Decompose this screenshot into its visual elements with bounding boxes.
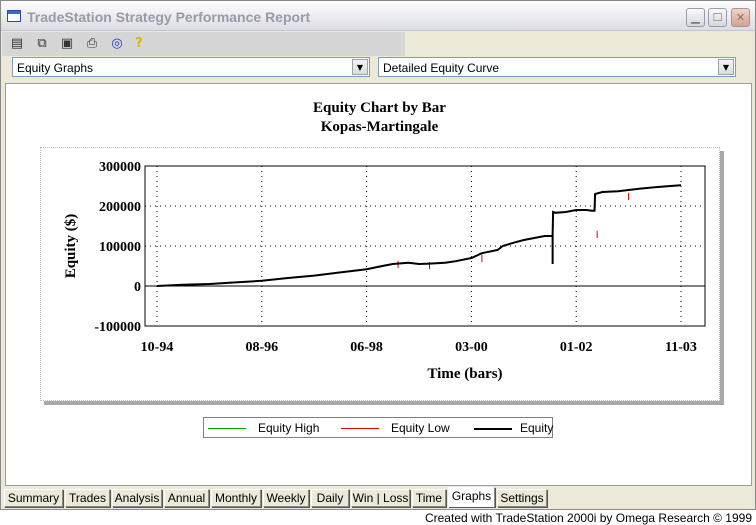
close-button[interactable]: ✕	[731, 8, 750, 27]
legend-swatch-equity-low	[341, 428, 379, 429]
footer: Created with TradeStation 2000i by Omega…	[0, 510, 756, 525]
chart-title: Equity Chart by Bar	[313, 100, 446, 116]
tab-monthly[interactable]: Monthly	[211, 489, 261, 507]
tab-win-loss[interactable]: Win | Loss	[351, 489, 410, 507]
title-bar[interactable]: TradeStation Strategy Performance Report…	[1, 1, 755, 31]
graph-type-select[interactable]: Detailed Equity Curve ▼	[378, 57, 736, 77]
tab-annual[interactable]: Annual	[164, 489, 209, 507]
tab-time[interactable]: Time	[412, 489, 446, 507]
chart-frame: -100000 0 100000 200000 300000 10-94 08-96 06-9…	[40, 147, 720, 401]
x-tick-label: 06-98	[350, 340, 383, 355]
x-tick-label: 01-02	[560, 340, 593, 355]
x-tick-label: 10-94	[141, 340, 174, 355]
window-icon	[7, 10, 21, 22]
x-tick-label: 03-00	[455, 340, 488, 355]
graph-panel: Equity Chart by Bar Kopas-Martingale -10…	[5, 83, 752, 486]
properties-icon[interactable]: ▤	[8, 35, 26, 53]
tab-analysis[interactable]: Analysis	[112, 489, 162, 507]
tab-summary[interactable]: Summary	[4, 489, 63, 507]
chevron-down-icon[interactable]: ▼	[718, 59, 734, 75]
tab-trades[interactable]: Trades	[65, 489, 110, 507]
minimize-button[interactable]: ▁	[686, 8, 705, 27]
graph-type-value: Detailed Equity Curve	[383, 61, 500, 75]
legend-swatch-equity-high	[208, 428, 246, 429]
graph-category-value: Equity Graphs	[17, 61, 94, 75]
legend-swatch-equity	[474, 428, 512, 430]
toolbar: ▤ ⧉ ▣ ⎙ ◎ ?	[2, 32, 405, 56]
tab-settings[interactable]: Settings	[497, 489, 547, 507]
window-title: TradeStation Strategy Performance Report	[27, 9, 311, 25]
help-icon[interactable]: ?	[130, 35, 148, 53]
chart-legend: Equity High Equity Low Equity	[203, 417, 553, 438]
chevron-down-icon[interactable]: ▼	[352, 59, 368, 75]
report-window: TradeStation Strategy Performance Report…	[0, 0, 756, 510]
y-tick-label: 200000	[99, 200, 141, 215]
legend-equity-high: Equity High	[258, 421, 320, 435]
tab-weekly[interactable]: Weekly	[263, 489, 309, 507]
x-tick-label: 08-96	[245, 340, 278, 355]
y-axis-label: Equity ($)	[63, 214, 79, 279]
equity-chart: -100000 0 100000 200000 300000 10-94 08-96 06-9…	[63, 160, 706, 382]
y-tick-label: 300000	[99, 160, 141, 175]
print-icon[interactable]: ⎙	[83, 35, 101, 53]
legend-equity: Equity	[520, 421, 554, 435]
x-tick-label: 11-03	[665, 340, 697, 355]
save-icon[interactable]: ▣	[58, 35, 76, 53]
legend-equity-low: Equity Low	[391, 421, 450, 435]
maximize-button[interactable]: ☐	[708, 8, 727, 27]
footer-credit: Created with TradeStation 2000i by Omega…	[424, 511, 752, 525]
graph-category-select[interactable]: Equity Graphs ▼	[12, 57, 370, 77]
chart-subtitle: Kopas-Martingale	[320, 119, 439, 135]
tab-graphs[interactable]: Graphs	[448, 487, 495, 507]
target-icon[interactable]: ◎	[108, 35, 126, 53]
y-tick-label: -100000	[94, 320, 141, 335]
x-axis-label: Time (bars)	[427, 366, 502, 382]
tab-daily[interactable]: Daily	[311, 489, 349, 507]
copy-icon[interactable]: ⧉	[33, 35, 51, 53]
y-tick-label: 100000	[99, 240, 141, 255]
y-tick-label: 0	[134, 280, 141, 295]
